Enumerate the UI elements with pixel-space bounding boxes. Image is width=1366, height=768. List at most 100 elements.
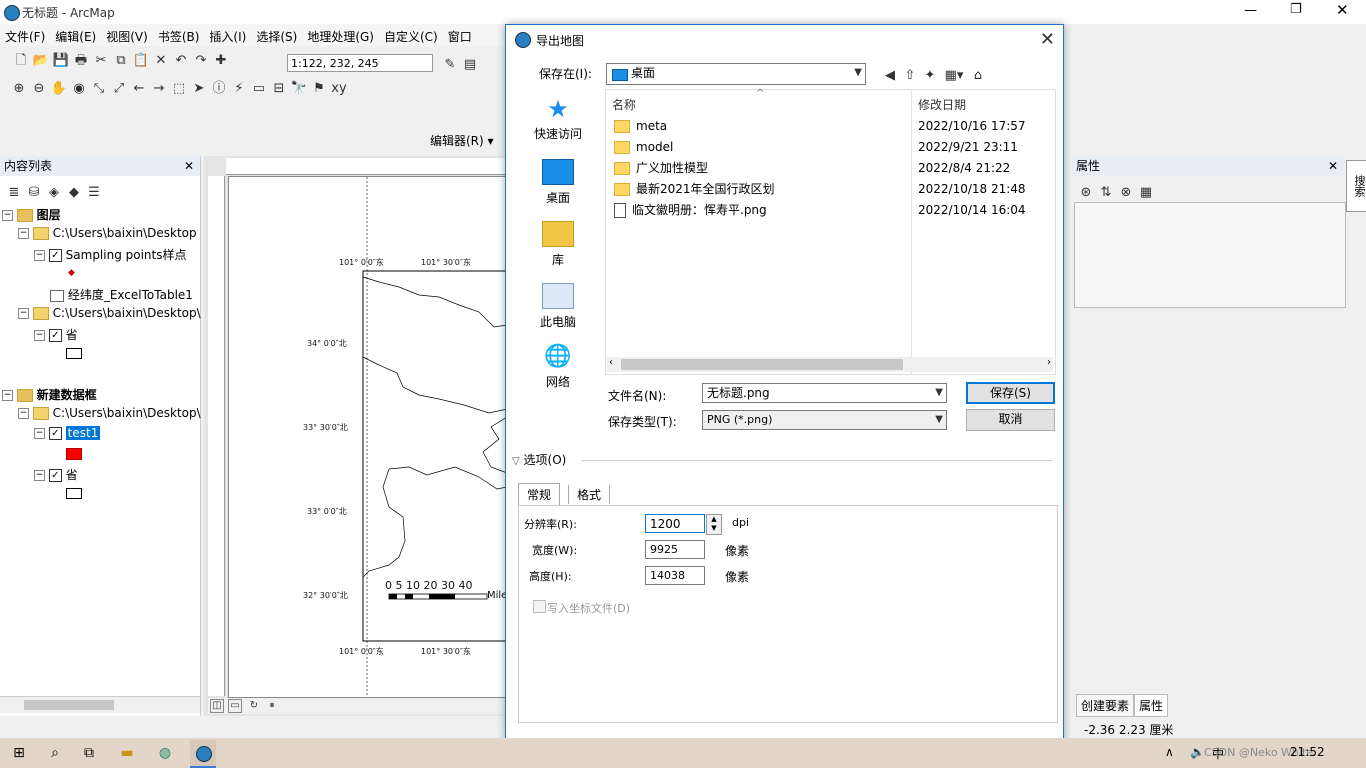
tab-general[interactable]: 常规 bbox=[518, 483, 561, 505]
save-icon[interactable]: 💾 bbox=[52, 52, 70, 70]
tab-attributes[interactable]: 属性 bbox=[1134, 694, 1169, 717]
paste-icon[interactable]: 📋 bbox=[132, 52, 150, 70]
pause-icon[interactable]: ⏸ bbox=[266, 700, 278, 712]
file-row[interactable]: 临文徽明册：恽寿平.png 2022/10/14 16:04 bbox=[614, 200, 1054, 221]
display-icon[interactable]: ▦ bbox=[1137, 184, 1155, 202]
search-icon[interactable]: ⌕ bbox=[46, 744, 64, 762]
refresh-icon[interactable]: ↻ bbox=[248, 700, 260, 712]
menu-window[interactable]: 窗口 bbox=[443, 24, 477, 49]
view-menu-icon[interactable]: ▦▾ bbox=[941, 67, 967, 85]
toc-sampling-layer[interactable]: − ✓ Sampling points样点 bbox=[34, 246, 187, 263]
dialog-close-icon[interactable]: ✕ bbox=[1040, 29, 1055, 50]
hyperlink-icon[interactable]: ⚡ bbox=[230, 80, 248, 98]
resolution-input[interactable]: 1200 bbox=[645, 514, 705, 533]
world-file-checkbox[interactable] bbox=[533, 600, 546, 613]
forward-icon[interactable]: → bbox=[150, 80, 168, 98]
list-by-source-icon[interactable]: ⛁ bbox=[25, 184, 43, 202]
menu-edit[interactable]: 编辑(E) bbox=[50, 24, 101, 49]
place-desktop[interactable]: 桌面 bbox=[514, 159, 602, 206]
close-icon[interactable]: ✕ bbox=[1336, 1, 1349, 19]
pan-icon[interactable]: ✋ bbox=[50, 80, 68, 98]
search-side-tab[interactable]: 搜索 bbox=[1346, 160, 1366, 212]
menu-view[interactable]: 视图(V) bbox=[101, 24, 153, 49]
undo-icon[interactable]: ↶ bbox=[172, 52, 190, 70]
zoom-out-icon[interactable]: ⊖ bbox=[30, 80, 48, 98]
arcmap-taskbar-icon[interactable] bbox=[190, 740, 216, 768]
editor-menu[interactable]: 编辑器(R) ▾ bbox=[430, 132, 494, 149]
cut-icon[interactable]: ✂ bbox=[92, 52, 110, 70]
find-icon[interactable]: 🔭 bbox=[290, 80, 308, 98]
sort-icon[interactable]: ⇅ bbox=[1097, 184, 1115, 202]
measure-icon[interactable]: ⊟ bbox=[270, 80, 288, 98]
up-folder-icon[interactable]: ⇧ bbox=[901, 67, 919, 85]
place-this-pc[interactable]: 此电脑 bbox=[514, 283, 602, 330]
fixed-zoom-out-icon[interactable]: ⤢ bbox=[110, 80, 128, 98]
place-network[interactable]: 🌐 网络 bbox=[514, 345, 602, 390]
options-toggle[interactable]: ▽ 选项(O) bbox=[512, 451, 1055, 471]
filter-icon[interactable]: ⊗ bbox=[1117, 184, 1135, 202]
file-list[interactable]: 名称 ^ 修改日期 meta 2022/10/16 17:57 model 2022… bbox=[605, 88, 1056, 375]
cancel-button[interactable]: 取消 bbox=[966, 409, 1055, 431]
minimize-icon[interactable]: — bbox=[1244, 3, 1257, 18]
goto-xy-icon[interactable]: xy bbox=[330, 80, 348, 98]
select-elements-icon[interactable]: ➤ bbox=[190, 80, 208, 98]
list-by-selection-icon[interactable]: ◆ bbox=[65, 184, 83, 202]
full-extent-icon[interactable]: ◉ bbox=[70, 80, 88, 98]
zoom-in-icon[interactable]: ⊕ bbox=[10, 80, 28, 98]
select-features-icon[interactable]: ⬚ bbox=[170, 80, 188, 98]
delete-icon[interactable]: ✕ bbox=[152, 52, 170, 70]
toc-test1-layer[interactable]: − ✓ test1 bbox=[34, 426, 101, 440]
data-view-icon[interactable]: ◫ bbox=[210, 698, 224, 713]
filename-input[interactable]: 无标题.png ▼ bbox=[702, 383, 947, 403]
back-icon[interactable]: ← bbox=[130, 80, 148, 98]
menu-file[interactable]: 文件(F) bbox=[0, 24, 50, 49]
route-icon[interactable]: ⚑ bbox=[310, 80, 328, 98]
menu-bookmarks[interactable]: 书签(B) bbox=[153, 24, 205, 49]
toc-layers-frame[interactable]: − 图层 bbox=[2, 206, 61, 223]
options-icon[interactable]: ☰ bbox=[85, 184, 103, 202]
list-by-drawing-order-icon[interactable]: ≣ bbox=[5, 184, 23, 202]
width-input[interactable]: 9925 bbox=[645, 540, 705, 559]
file-row[interactable]: meta 2022/10/16 17:57 bbox=[614, 116, 1054, 137]
new-icon[interactable]: 🗋 bbox=[12, 52, 30, 70]
editor-toolbar-icon[interactable]: ✎ ▤ bbox=[440, 52, 480, 78]
menu-customize[interactable]: 自定义(C) bbox=[379, 24, 443, 49]
file-list-hscrollbar[interactable]: ‹ › bbox=[607, 357, 1053, 372]
identify-icon[interactable]: ⓘ bbox=[210, 80, 228, 98]
tray-chevron-icon[interactable]: ∧ bbox=[1165, 745, 1174, 759]
map-scale-box[interactable]: 1:122, 232, 245 bbox=[287, 54, 433, 72]
file-row[interactable]: 最新2021年全国行政区划 2022/10/18 21:48 bbox=[614, 179, 1054, 200]
file-row[interactable]: 广义加性模型 2022/8/4 21:22 bbox=[614, 158, 1054, 179]
menu-insert[interactable]: 插入(I) bbox=[204, 24, 251, 49]
tab-create-features[interactable]: 创建要素 bbox=[1076, 694, 1135, 717]
expand-icon[interactable]: ⊛ bbox=[1077, 184, 1095, 202]
toc-path3[interactable]: − C:\Users\baixin\Desktop\ bbox=[18, 406, 201, 420]
restore-icon[interactable]: ❐ bbox=[1290, 2, 1302, 17]
save-button[interactable]: 保存(S) bbox=[966, 382, 1055, 404]
toc-table[interactable]: 经纬度_ExcelToTable1 bbox=[50, 286, 193, 303]
height-input[interactable]: 14038 bbox=[645, 566, 705, 585]
map-page[interactable]: 101° 0′0″东 101° 30′0″东 34° 0′0″北 33° 30′… bbox=[228, 176, 508, 698]
toc-hscrollbar[interactable] bbox=[0, 696, 200, 713]
menu-geoprocessing[interactable]: 地理处理(G) bbox=[302, 24, 379, 49]
fixed-zoom-in-icon[interactable]: ⤡ bbox=[90, 80, 108, 98]
toc-path1[interactable]: − C:\Users\baixin\Desktop bbox=[18, 226, 197, 240]
back-nav-icon[interactable]: ◀ bbox=[881, 67, 899, 85]
home-icon[interactable]: ⌂ bbox=[969, 67, 987, 85]
place-library[interactable]: 库 bbox=[514, 221, 602, 268]
attributes-close-icon[interactable]: ✕ bbox=[1328, 156, 1338, 176]
toc-close-icon[interactable]: ✕ bbox=[184, 156, 194, 176]
toc-path2[interactable]: − C:\Users\baixin\Desktop\ bbox=[18, 306, 201, 320]
copy-icon[interactable]: ⧉ bbox=[112, 52, 130, 70]
clock[interactable]: 21:52 bbox=[1290, 745, 1325, 759]
list-by-visibility-icon[interactable]: ◈ bbox=[45, 184, 63, 202]
layout-view-icon[interactable]: ▭ bbox=[228, 698, 242, 713]
windows-start-icon[interactable]: ⊞ bbox=[10, 744, 28, 762]
edge-browser-icon[interactable]: ◍ bbox=[156, 744, 174, 762]
tab-format[interactable]: 格式 bbox=[568, 485, 611, 504]
speaker-icon[interactable]: 🔈 bbox=[1190, 745, 1205, 759]
toc-sheng-layer-1[interactable]: − ✓ 省 bbox=[34, 326, 78, 343]
filetype-select[interactable]: PNG (*.png) ▼ bbox=[702, 410, 947, 430]
column-name[interactable]: 名称 bbox=[612, 96, 636, 113]
task-view-icon[interactable]: ⧉ bbox=[80, 744, 98, 762]
